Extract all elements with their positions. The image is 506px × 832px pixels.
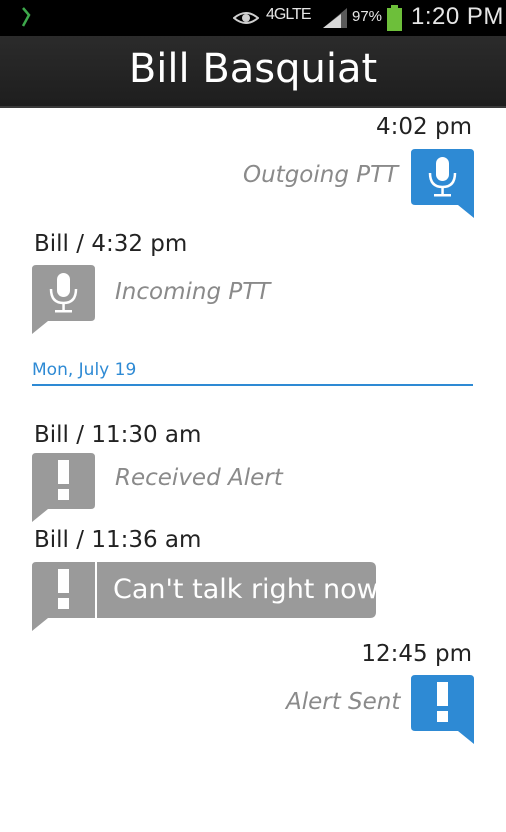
message-timestamp: Bill / 4:32 pm <box>34 231 188 257</box>
message-label: Outgoing PTT <box>243 162 399 188</box>
contact-name: Bill Basquiat <box>128 46 378 92</box>
message-timestamp: 12:45 pm <box>361 641 472 667</box>
eye-icon <box>233 12 259 24</box>
message-label: Incoming PTT <box>115 279 271 305</box>
received-alert-bubble[interactable] <box>32 453 96 523</box>
battery-percent: 97% <box>352 8 383 25</box>
alert-icon <box>58 569 69 609</box>
status-bar: 4GLTE 97% 1:20 PM <box>0 0 506 36</box>
outgoing-ptt-bubble[interactable] <box>411 149 475 219</box>
battery-icon <box>387 5 402 31</box>
message-timestamp: 4:02 pm <box>376 114 472 140</box>
title-bar: Bill Basquiat <box>0 36 506 108</box>
text-message-bubble[interactable]: Can't talk right now. <box>32 562 385 631</box>
message-timestamp: Bill / 11:36 am <box>34 527 202 553</box>
network-type: 4GLTE <box>266 6 311 23</box>
app-notification-icon <box>21 7 31 27</box>
incoming-ptt-bubble[interactable] <box>32 265 96 335</box>
date-divider-label: Mon, July 19 <box>32 360 137 380</box>
date-divider-line <box>32 384 473 386</box>
alert-sent-bubble[interactable] <box>411 675 475 745</box>
message-label: Alert Sent <box>286 689 401 715</box>
signal-icon <box>323 8 347 28</box>
alert-icon <box>58 460 69 500</box>
message-text: Can't talk right now. <box>113 574 385 605</box>
message-timestamp: Bill / 11:30 am <box>34 422 202 448</box>
alert-icon <box>437 682 448 722</box>
message-label: Received Alert <box>115 465 283 491</box>
clock: 1:20 PM <box>411 3 504 30</box>
